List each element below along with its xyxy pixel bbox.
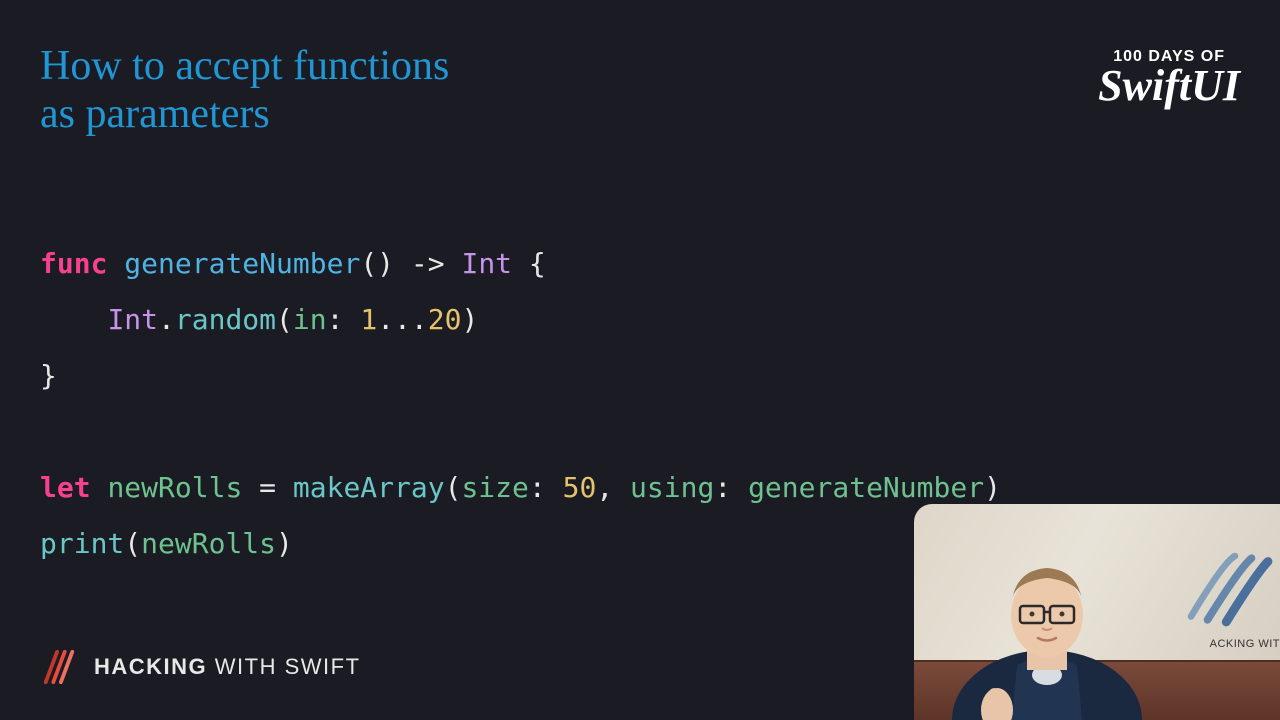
badge-bottom-text: SwiftUI [1098, 66, 1240, 106]
swift-slashes-icon [40, 648, 78, 686]
code-line-3: } [40, 359, 57, 392]
series-badge: 100 DAYS OF SwiftUI [1098, 48, 1240, 106]
presenter-webcam: ACKING WIT [914, 504, 1280, 720]
code-blank-line [40, 415, 57, 448]
code-block: func generateNumber() -> Int { Int.rando… [40, 180, 1001, 572]
code-line-1: func generateNumber() -> Int { [40, 247, 546, 280]
wall-swift-icon [1180, 544, 1280, 634]
code-line-5: let newRolls = makeArray(size: 50, using… [40, 471, 1001, 504]
footer-brand: HACKING WITH SWIFT [40, 648, 361, 686]
code-line-2: Int.random(in: 1...20) [40, 303, 478, 336]
code-line-6: print(newRolls) [40, 527, 293, 560]
presenter-figure [942, 520, 1152, 720]
wall-text: ACKING WIT [1210, 638, 1280, 650]
slide-title: How to accept functions as parameters [40, 42, 449, 139]
footer-text: HACKING WITH SWIFT [94, 654, 361, 680]
